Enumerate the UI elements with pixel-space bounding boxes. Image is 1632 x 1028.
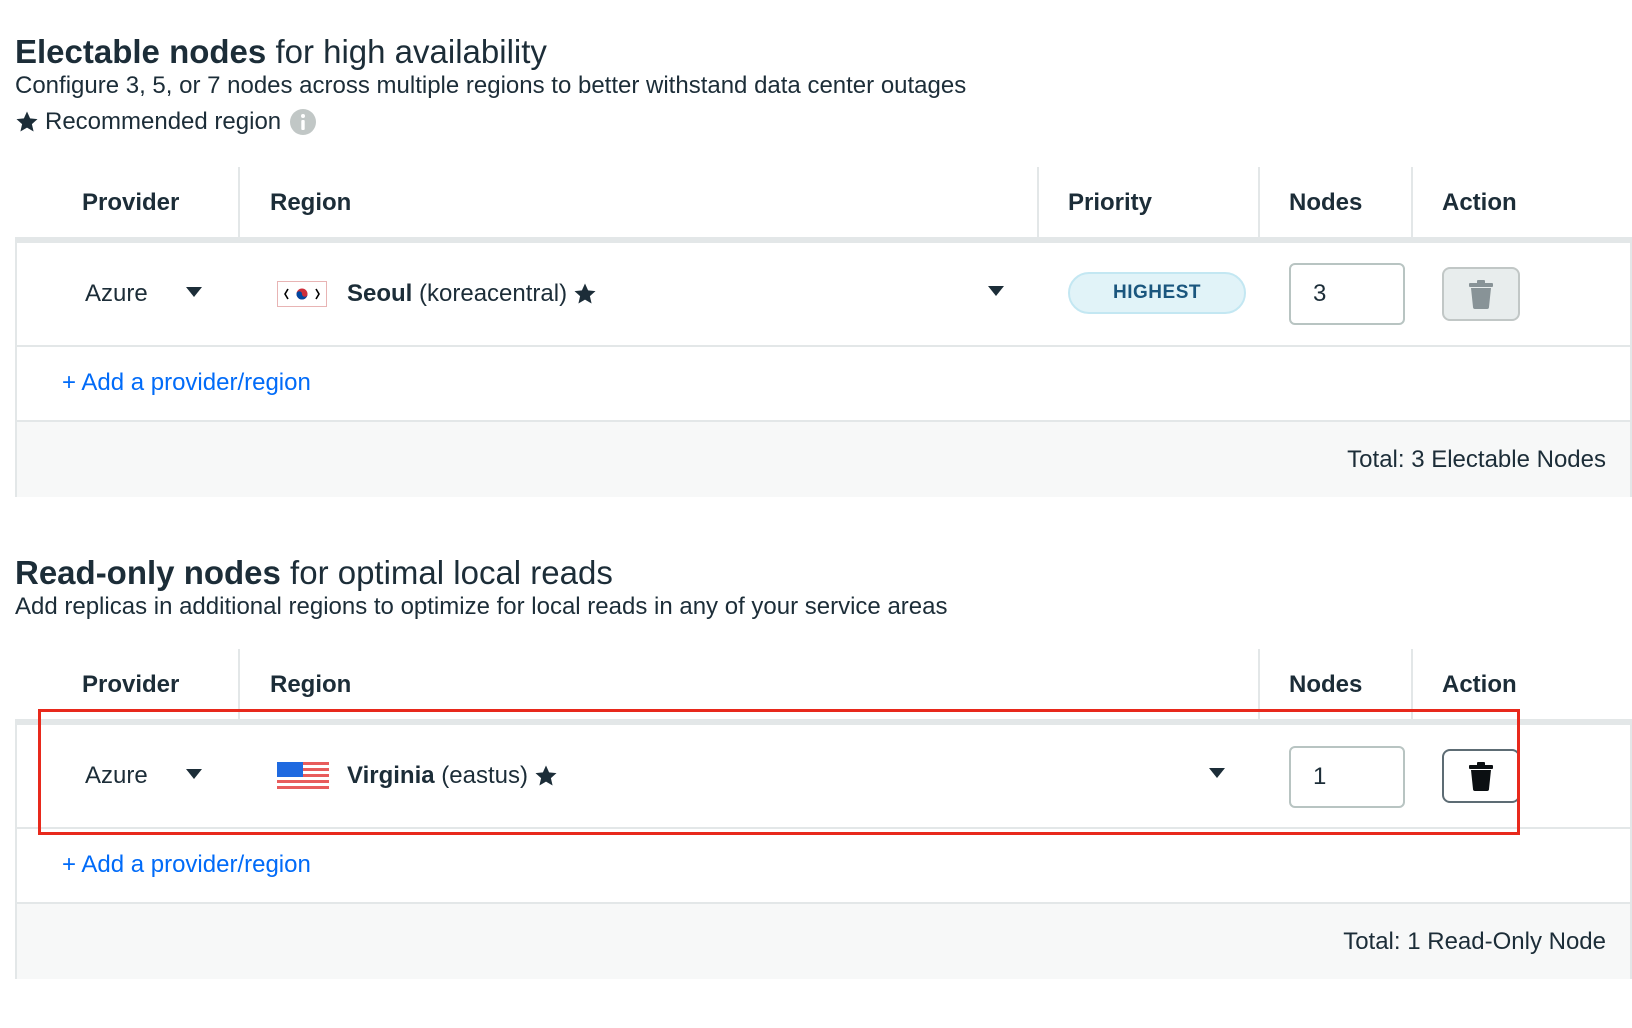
header-divider [238, 167, 240, 237]
info-icon[interactable] [289, 108, 317, 136]
region-select[interactable]: Seoul (koreacentral) [277, 243, 1007, 345]
col-header-priority: Priority [1068, 189, 1153, 216]
electable-row: Azure Seoul (koreacentral) HIGHEST 3 [17, 243, 1630, 345]
star-icon [574, 283, 596, 304]
col-header-provider: Provider [82, 189, 180, 216]
readonly-title: Read-only nodes for optimal local reads [15, 553, 947, 593]
add-provider-region-link[interactable]: + Add a provider/region [62, 851, 311, 879]
electable-title-rest: for high availability [275, 33, 547, 70]
recommended-region-label: Recommended region [45, 108, 282, 135]
readonly-title-rest: for optimal local reads [290, 554, 613, 591]
add-provider-region-link[interactable]: + Add a provider/region [62, 369, 311, 397]
header-divider [1037, 167, 1039, 237]
provider-select[interactable]: Azure [85, 243, 225, 345]
chevron-down-icon [185, 287, 202, 297]
col-header-nodes: Nodes [1289, 189, 1363, 216]
provider-value: Azure [85, 280, 148, 307]
trash-icon [1469, 280, 1493, 309]
col-header-region: Region [270, 189, 352, 216]
readonly-total: Total: 1 Read-Only Node [17, 904, 1630, 979]
region-code: (koreacentral) [419, 280, 568, 307]
readonly-title-bold: Read-only nodes [15, 554, 281, 591]
readonly-section-header: Read-only nodes for optimal local reads … [15, 553, 947, 623]
south-korea-flag-icon [277, 281, 327, 307]
highlight-annotation [38, 709, 1520, 835]
readonly-description: Add replicas in additional regions to op… [15, 593, 948, 620]
region-value: Seoul (koreacentral) [347, 280, 567, 308]
delete-row-button[interactable] [1442, 267, 1520, 321]
priority-badge: HIGHEST [1068, 272, 1246, 314]
row-divider [17, 345, 1630, 347]
electable-description: Configure 3, 5, or 7 nodes across multip… [15, 72, 967, 99]
chevron-down-icon [988, 286, 1004, 296]
recommended-region-legend: Recommended region [15, 106, 966, 138]
region-name: Seoul [347, 280, 413, 307]
electable-total: Total: 3 Electable Nodes [17, 422, 1630, 497]
electable-title: Electable nodes for high availability [15, 32, 966, 72]
header-divider [1258, 167, 1260, 237]
nodes-input[interactable]: 3 [1289, 263, 1405, 325]
star-icon [16, 111, 38, 132]
col-header-action: Action [1442, 189, 1517, 216]
electable-title-bold: Electable nodes [15, 33, 267, 70]
electable-section-header: Electable nodes for high availability Co… [15, 32, 966, 138]
header-divider [1411, 167, 1413, 237]
electable-table: Azure Seoul (koreacentral) HIGHEST 3 + A… [15, 243, 1632, 497]
